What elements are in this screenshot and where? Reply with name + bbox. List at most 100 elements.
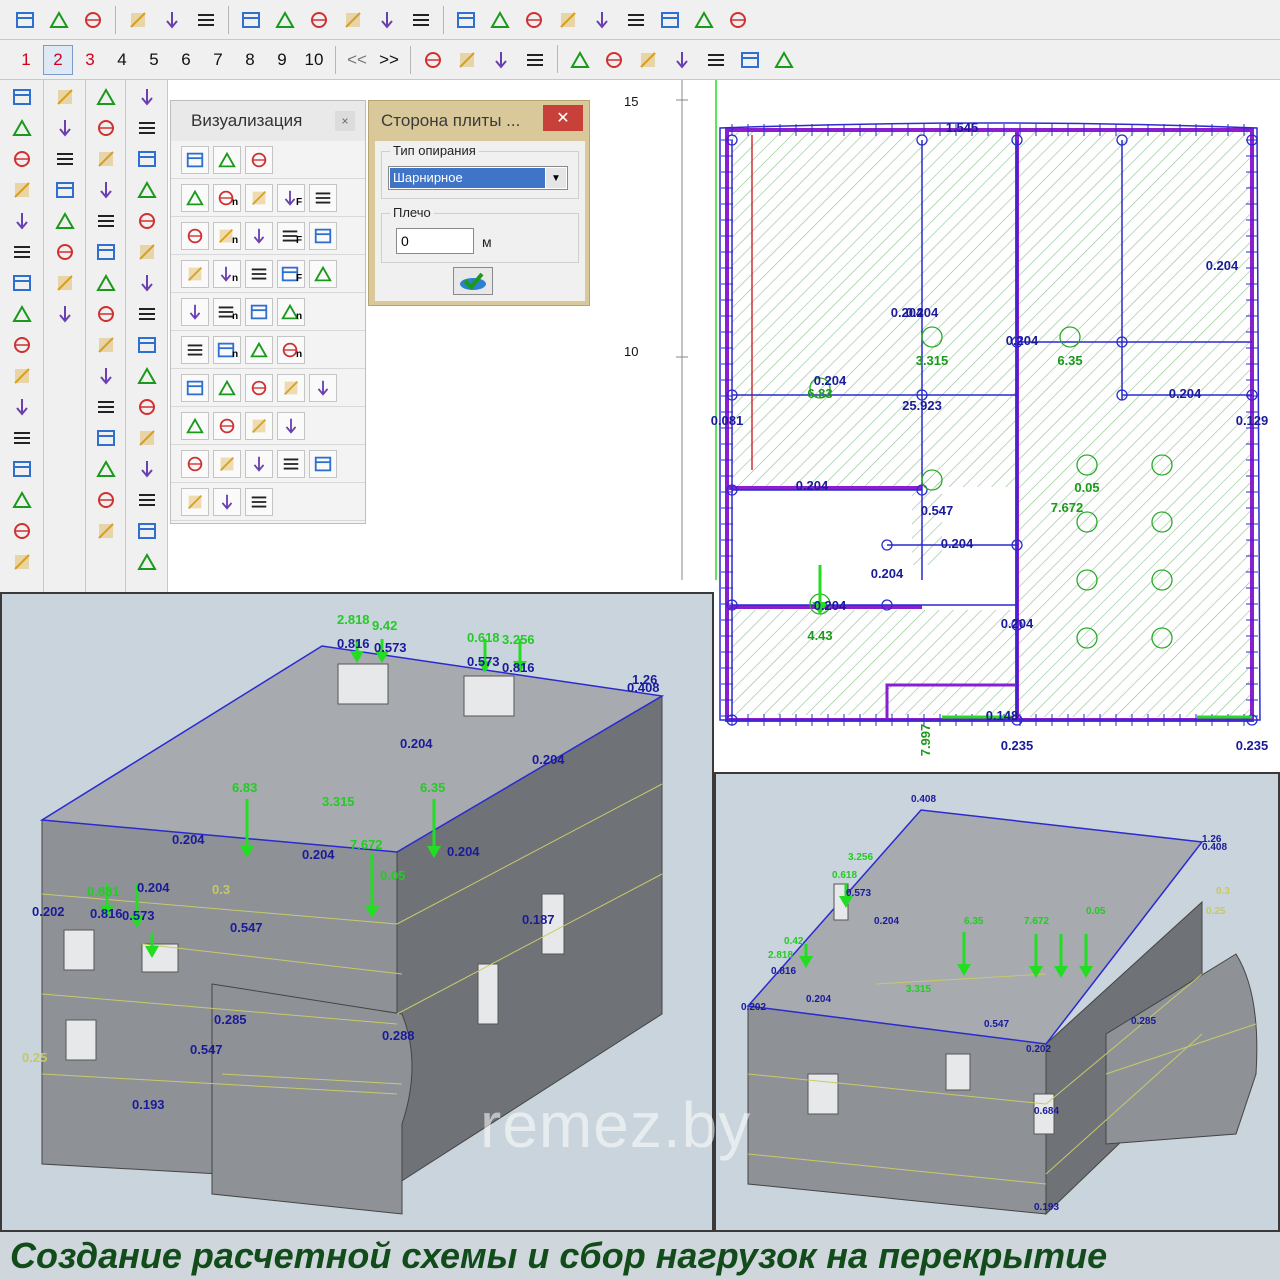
visualization-mode-icon[interactable]: [245, 449, 273, 478]
pal3-tool-icon[interactable]: [91, 238, 121, 266]
pal4-tool-icon[interactable]: [132, 393, 162, 421]
apply-button[interactable]: [453, 267, 493, 295]
axes-icon[interactable]: [304, 5, 334, 35]
pal3-tool-icon[interactable]: [91, 331, 121, 359]
layers-icon[interactable]: [451, 5, 481, 35]
pal3-tool-icon[interactable]: [91, 393, 121, 421]
pal1-tool-icon[interactable]: [7, 176, 37, 204]
pal1-tool-icon[interactable]: [7, 548, 37, 576]
zoom-in-icon[interactable]: [372, 5, 402, 35]
undo-icon[interactable]: [236, 5, 266, 35]
pal4-tool-icon[interactable]: [132, 238, 162, 266]
stairs-icon[interactable]: [701, 45, 731, 75]
person-load-icon[interactable]: [633, 45, 663, 75]
select-frame-icon[interactable]: [123, 5, 153, 35]
pal2-tool-icon[interactable]: [50, 207, 80, 235]
pal4-tool-icon[interactable]: [132, 455, 162, 483]
new-file-icon[interactable]: [10, 5, 40, 35]
pal1-tool-icon[interactable]: [7, 331, 37, 359]
next-step-button[interactable]: >>: [374, 45, 404, 75]
pal2-tool-icon[interactable]: [50, 269, 80, 297]
step-button-10[interactable]: 10: [299, 45, 329, 75]
pal4-tool-icon[interactable]: [132, 517, 162, 545]
visualization-mode-icon[interactable]: [309, 449, 337, 478]
visualization-mode-icon[interactable]: [181, 145, 209, 174]
visualization-mode-icon[interactable]: [213, 373, 241, 402]
visualization-mode-icon[interactable]: [181, 487, 209, 516]
pal3-tool-icon[interactable]: [91, 83, 121, 111]
visualization-mode-icon[interactable]: [245, 335, 273, 364]
step-button-1[interactable]: 1: [11, 45, 41, 75]
step-button-2[interactable]: 2: [43, 44, 73, 75]
visualization-mode-icon[interactable]: [181, 259, 209, 288]
visualization-mode-icon[interactable]: n: [277, 335, 305, 364]
pal1-tool-icon[interactable]: [7, 114, 37, 142]
leaf-icon[interactable]: [735, 45, 765, 75]
visualization-mode-icon[interactable]: [213, 487, 241, 516]
pal2-tool-icon[interactable]: [50, 300, 80, 328]
pal1-tool-icon[interactable]: [7, 207, 37, 235]
pal2-tool-icon[interactable]: [50, 114, 80, 142]
open-folder-icon[interactable]: [44, 5, 74, 35]
visualization-mode-icon[interactable]: [181, 221, 209, 250]
pal3-tool-icon[interactable]: [91, 362, 121, 390]
pal1-tool-icon[interactable]: [7, 517, 37, 545]
pal4-tool-icon[interactable]: [132, 424, 162, 452]
save-icon[interactable]: [78, 5, 108, 35]
visualization-mode-icon[interactable]: [181, 373, 209, 402]
pal4-tool-icon[interactable]: [132, 300, 162, 328]
table-icon[interactable]: [689, 5, 719, 35]
visualization-mode-icon[interactable]: F: [277, 259, 305, 288]
zoom-out-icon[interactable]: [338, 5, 368, 35]
prev-step-button[interactable]: <<: [342, 45, 372, 75]
stairs-load-icon[interactable]: [667, 45, 697, 75]
chevron-down-icon[interactable]: ▼: [546, 168, 566, 188]
pal4-tool-icon[interactable]: [132, 486, 162, 514]
pal1-tool-icon[interactable]: [7, 145, 37, 173]
visualization-mode-icon[interactable]: [277, 411, 305, 440]
step-button-7[interactable]: 7: [203, 45, 233, 75]
pal4-tool-icon[interactable]: [132, 269, 162, 297]
visualization-mode-icon[interactable]: n: [277, 297, 305, 326]
pal4-tool-icon[interactable]: [132, 114, 162, 142]
visualization-mode-icon[interactable]: [245, 411, 273, 440]
visualization-mode-icon[interactable]: [309, 183, 337, 212]
visualization-mode-icon[interactable]: n: [213, 183, 241, 212]
node-icon[interactable]: [587, 5, 617, 35]
pal3-tool-icon[interactable]: [91, 207, 121, 235]
pal4-tool-icon[interactable]: [132, 83, 162, 111]
step-button-5[interactable]: 5: [139, 45, 169, 75]
visualization-mode-icon[interactable]: n: [213, 259, 241, 288]
pal1-tool-icon[interactable]: [7, 424, 37, 452]
visualization-mode-icon[interactable]: [277, 449, 305, 478]
pal3-tool-icon[interactable]: [91, 424, 121, 452]
pal1-tool-icon[interactable]: [7, 486, 37, 514]
visualization-mode-icon[interactable]: n: [213, 221, 241, 250]
weight-icon[interactable]: [565, 45, 595, 75]
pal1-tool-icon[interactable]: [7, 300, 37, 328]
visualization-mode-icon[interactable]: [213, 145, 241, 174]
step-button-8[interactable]: 8: [235, 45, 265, 75]
pal3-tool-icon[interactable]: [91, 176, 121, 204]
pal2-tool-icon[interactable]: [50, 176, 80, 204]
pal1-tool-icon[interactable]: [7, 362, 37, 390]
pal1-tool-icon[interactable]: [7, 269, 37, 297]
visualization-mode-icon[interactable]: [181, 449, 209, 478]
pal2-tool-icon[interactable]: [50, 238, 80, 266]
pencil-icon[interactable]: [406, 5, 436, 35]
eraser-icon[interactable]: [191, 5, 221, 35]
pal1-tool-icon[interactable]: [7, 83, 37, 111]
pal4-tool-icon[interactable]: [132, 176, 162, 204]
cut-icon[interactable]: [520, 45, 550, 75]
pal4-tool-icon[interactable]: [132, 207, 162, 235]
pal2-tool-icon[interactable]: [50, 145, 80, 173]
visualization-mode-icon[interactable]: [181, 335, 209, 364]
support-type-select[interactable]: Шарнирное ▼: [388, 166, 568, 190]
pal1-tool-icon[interactable]: [7, 238, 37, 266]
visualization-mode-icon[interactable]: [213, 411, 241, 440]
pal3-tool-icon[interactable]: [91, 517, 121, 545]
leaf-alt-icon[interactable]: [769, 45, 799, 75]
pal1-tool-icon[interactable]: [7, 455, 37, 483]
pal4-tool-icon[interactable]: [132, 331, 162, 359]
pal4-tool-icon[interactable]: [132, 362, 162, 390]
